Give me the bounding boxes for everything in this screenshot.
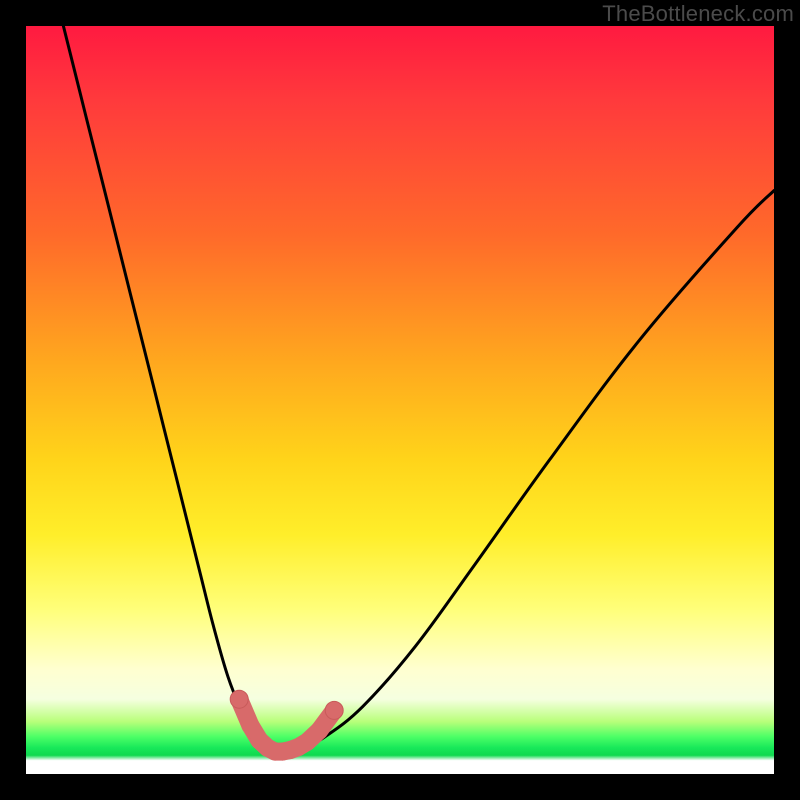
watermark-text: TheBottleneck.com [602,1,794,27]
chart-frame: TheBottleneck.com [0,0,800,800]
curve-layer [26,26,774,774]
bottleneck-curve [63,26,774,752]
optimal-range-markers [230,690,343,751]
marker-dot [325,701,343,719]
plot-area [26,26,774,774]
marker-dot [230,690,248,708]
